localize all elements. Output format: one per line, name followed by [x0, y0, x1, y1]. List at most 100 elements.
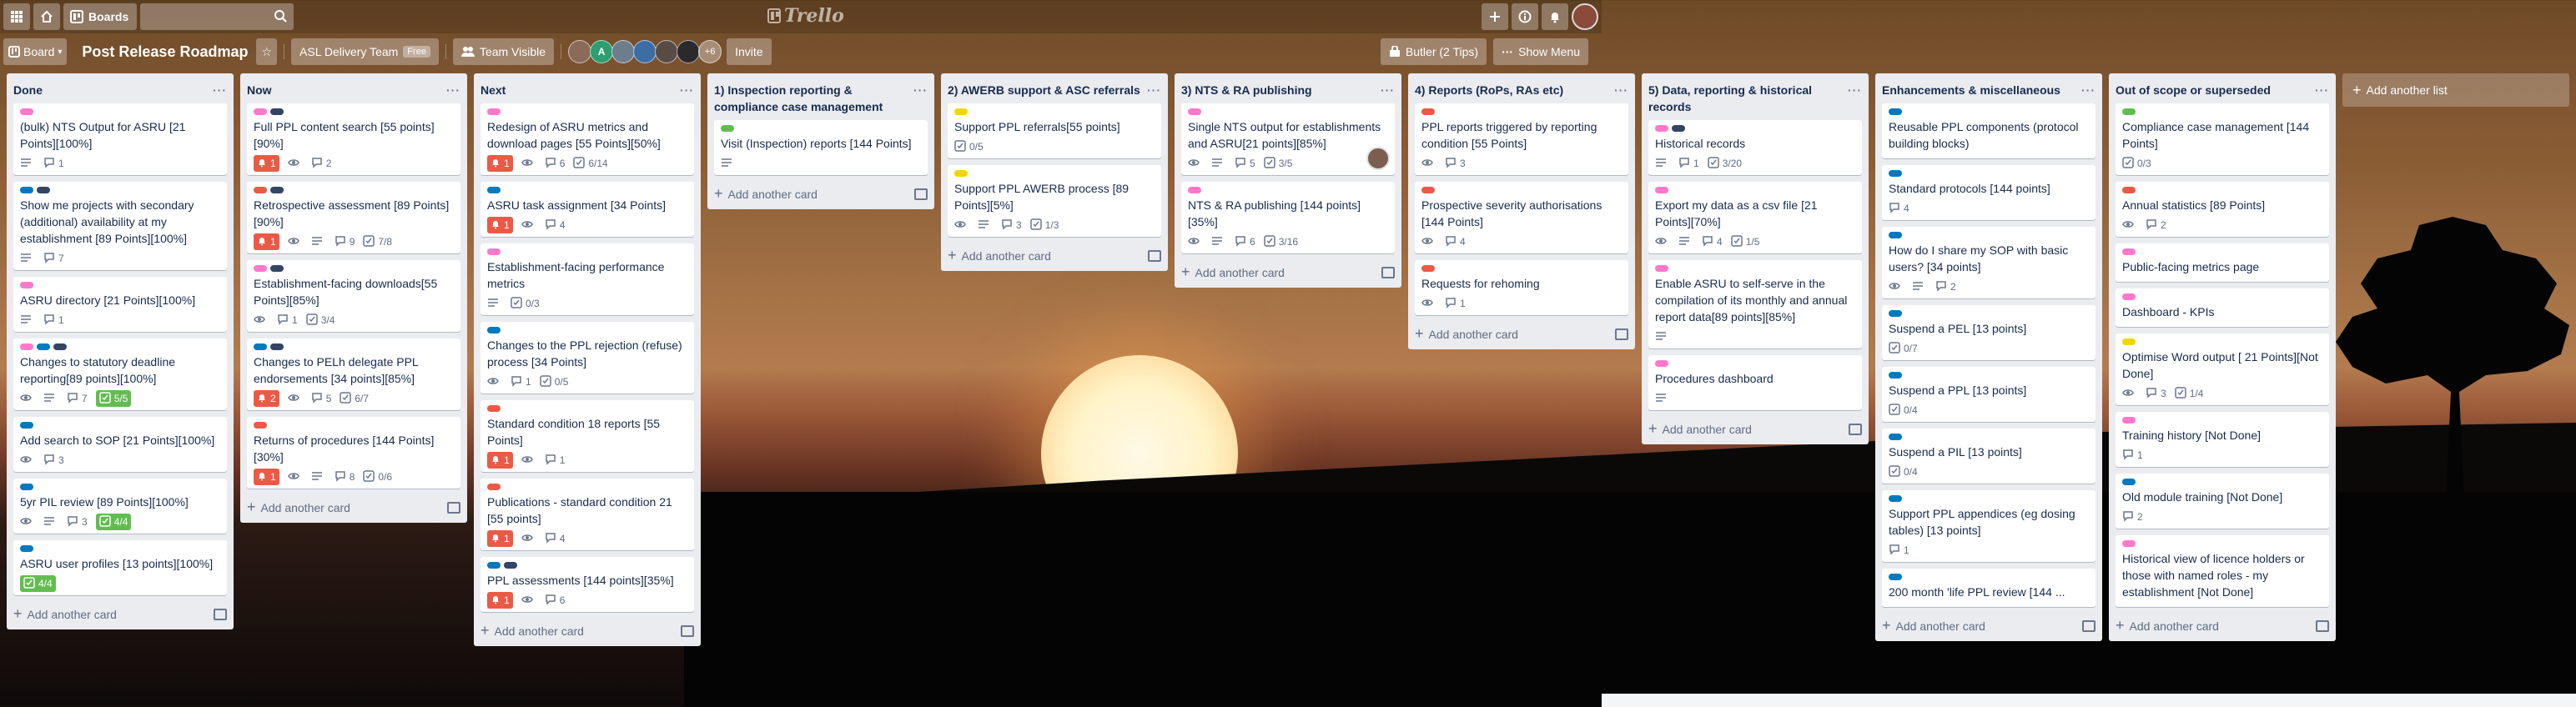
notifications-button[interactable] [1542, 3, 1568, 30]
list-title[interactable]: Now ··· [240, 73, 467, 103]
card[interactable]: Procedures dashboard [1648, 355, 1862, 410]
card[interactable]: Training history [Not Done] 1 [2116, 412, 2329, 467]
add-card-button[interactable]: + Add another card [1408, 322, 1635, 349]
create-button[interactable] [1482, 3, 1508, 30]
card[interactable]: Requests for rehoming 1 [1415, 260, 1628, 315]
card-template-icon[interactable] [1148, 249, 1161, 262]
card[interactable]: Standard protocols [144 points] 4 [1882, 165, 2096, 220]
card[interactable]: Full PPL content search [55 points][90%]… [247, 103, 460, 175]
boards-button[interactable]: Boards [63, 3, 138, 30]
card[interactable]: Support PPL appendices (eg dosing tables… [1882, 490, 2096, 562]
card[interactable]: 5yr PIL review [89 Points][100%] 3 4/4 [13, 479, 227, 534]
card[interactable]: Single NTS output for establishments and… [1181, 103, 1395, 175]
add-card-button[interactable]: + Add another card [474, 619, 701, 646]
card[interactable]: Publications - standard condition 21 [55… [480, 479, 694, 550]
show-menu-button[interactable]: ··· Show Menu [1493, 38, 1588, 65]
card-template-icon[interactable] [447, 501, 460, 514]
list-menu-icon[interactable]: ··· [213, 82, 227, 98]
card[interactable]: Suspend a PPL [13 points] 0/4 [1882, 367, 2096, 422]
trello-logo[interactable]: Trello [767, 5, 844, 27]
card-template-icon[interactable] [2082, 619, 2096, 632]
list-menu-icon[interactable]: ··· [2081, 82, 2096, 98]
card[interactable]: Public-facing metrics page [2116, 243, 2329, 282]
card-template-icon[interactable] [914, 188, 928, 200]
card[interactable]: Add search to SOP [21 Points][100%] 3 [13, 417, 227, 472]
card[interactable]: How do I share my SOP with basic users? … [1882, 227, 2096, 298]
member-avatar[interactable] [633, 40, 657, 63]
card[interactable]: 200 month 'life PPL review [144 ... [1882, 569, 2096, 607]
home-button[interactable] [33, 3, 60, 30]
card[interactable]: Visit (Inspection) reports [144 Points] [714, 120, 928, 175]
member-avatar[interactable] [568, 40, 592, 63]
member-avatar[interactable]: A [590, 40, 614, 63]
add-card-button[interactable]: + Add another card [2109, 614, 2336, 641]
list-menu-icon[interactable]: ··· [680, 82, 694, 98]
card[interactable]: Suspend a PEL [13 points] 0/7 [1882, 305, 2096, 360]
card[interactable]: Compliance case management [144 Points] 0… [2116, 103, 2329, 175]
team-button[interactable]: ASL Delivery Team Free [291, 38, 439, 65]
star-button[interactable]: ☆ [256, 38, 278, 65]
card[interactable]: Annual statistics [89 Points] 2 [2116, 182, 2329, 237]
card[interactable]: Dashboard - KPIs [2116, 288, 2329, 327]
list-menu-icon[interactable]: ··· [2315, 82, 2329, 98]
card[interactable]: Changes to statutory deadline reporting[… [13, 338, 227, 410]
invite-button[interactable]: Invite [727, 38, 772, 65]
member-avatar[interactable] [655, 40, 679, 63]
list-title[interactable]: 5) Data, reporting & historical records ·… [1642, 73, 1869, 120]
card[interactable]: Redesign of ASRU metrics and download pa… [480, 103, 694, 175]
card-template-icon[interactable] [681, 624, 694, 637]
member-avatar[interactable] [611, 40, 636, 63]
add-card-button[interactable]: + Add another card [707, 182, 934, 209]
card[interactable]: ASRU task assignment [34 Points] 1 4 [480, 182, 694, 237]
add-list-button[interactable]: + Add another list [2342, 73, 2569, 107]
card[interactable]: Establishment-facing downloads[55 Points… [247, 260, 460, 332]
card[interactable]: Export my data as a csv file [21 Points]… [1648, 182, 1862, 253]
card[interactable]: Support PPL AWERB process [89 Points][5%… [948, 165, 1161, 237]
card[interactable]: PPL reports triggered by reporting condi… [1415, 103, 1628, 175]
card[interactable]: ASRU user profiles [13 points][100%] 4/4 [13, 540, 227, 595]
list-title[interactable]: 4) Reports (RoPs, RAs etc) ··· [1408, 73, 1635, 103]
add-card-button[interactable]: + Add another card [240, 495, 467, 523]
card-template-icon[interactable] [1849, 423, 1862, 435]
apps-button[interactable] [3, 3, 30, 30]
card[interactable]: Establishment-facing performance metrics… [480, 243, 694, 315]
card-template-icon[interactable] [2316, 619, 2329, 632]
search-input[interactable] [140, 3, 294, 30]
board-title[interactable]: Post Release Roadmap [73, 43, 256, 61]
card[interactable]: Optimise Word output [ 21 Points][Not Do… [2116, 333, 2329, 405]
card[interactable]: Show me projects with secondary (additio… [13, 182, 227, 270]
list-menu-icon[interactable]: ··· [446, 82, 460, 98]
list-menu-icon[interactable]: ··· [913, 82, 928, 98]
info-button[interactable] [1512, 3, 1538, 30]
list-title[interactable]: Next ··· [474, 73, 701, 103]
more-members-button[interactable]: +6 [698, 40, 722, 63]
list-menu-icon[interactable]: ··· [1614, 82, 1628, 98]
list-title[interactable]: Out of scope or superseded ··· [2109, 73, 2336, 103]
list-title[interactable]: 3) NTS & RA publishing ··· [1175, 73, 1401, 103]
card-template-icon[interactable] [1615, 328, 1628, 340]
card-template-icon[interactable] [214, 608, 227, 620]
add-card-button[interactable]: + Add another card [1875, 614, 2102, 641]
list-title[interactable]: Done ··· [7, 73, 234, 103]
list-menu-icon[interactable]: ··· [1147, 82, 1161, 98]
card-member-avatar[interactable] [1366, 147, 1390, 170]
add-card-button[interactable]: + Add another card [1175, 260, 1401, 288]
add-card-button[interactable]: + Add another card [1642, 417, 1869, 444]
card[interactable]: PPL assessments [144 points][35%] 1 6 [480, 557, 694, 612]
board-view-switcher[interactable]: Board ▾ [3, 38, 68, 65]
card[interactable]: Returns of procedures [144 Points][30%] 1… [247, 417, 460, 489]
list-menu-icon[interactable]: ··· [1848, 82, 1862, 98]
card[interactable]: Retrospective assessment [89 Points][90%… [247, 182, 460, 253]
list-title[interactable]: Enhancements & miscellaneous ··· [1875, 73, 2102, 103]
add-card-button[interactable]: + Add another card [941, 243, 1168, 271]
add-card-button[interactable]: + Add another card [7, 602, 234, 629]
user-avatar[interactable] [1572, 3, 1598, 30]
card[interactable]: NTS & RA publishing [144 points][35%] 6 3/… [1181, 182, 1395, 253]
card[interactable]: ASRU directory [21 Points][100%] 1 [13, 277, 227, 332]
card[interactable]: Old module training [Not Done] 2 [2116, 474, 2329, 529]
card[interactable]: Suspend a PIL [13 points] 0/4 [1882, 429, 2096, 484]
card[interactable]: Changes to the PPL rejection (refuse) pr… [480, 322, 694, 394]
card[interactable]: Historical view of licence holders or th… [2116, 535, 2329, 607]
card[interactable]: Standard condition 18 reports [55 Points… [480, 400, 694, 472]
card[interactable]: (bulk) NTS Output for ASRU [21 Points][1… [13, 103, 227, 175]
